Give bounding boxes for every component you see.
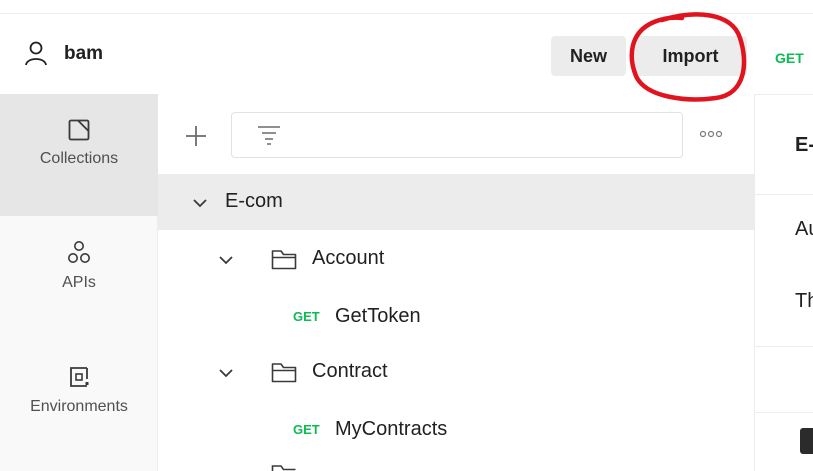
request-row-mycontracts[interactable]: GET MyContracts (158, 401, 755, 457)
chevron-down-icon[interactable] (193, 198, 207, 208)
filter-icon (258, 126, 280, 145)
folder-name: Account (312, 247, 385, 269)
divider (755, 194, 813, 195)
environments-icon (70, 367, 89, 387)
tab-method-badge[interactable]: GET (775, 50, 804, 66)
collection-name: E-com (225, 190, 283, 212)
nav-collections-label: Collections (39, 150, 119, 167)
method-badge: GET (293, 422, 320, 437)
chevron-down-icon[interactable] (219, 255, 233, 265)
workspace-name: bam (64, 43, 104, 64)
filter-input[interactable] (231, 112, 683, 158)
nav-apis-label: APIs (62, 274, 96, 291)
folder-icon (271, 250, 297, 270)
user-icon (25, 41, 47, 66)
request-name: MyContracts (335, 418, 448, 440)
nav-environments[interactable]: Environments (0, 346, 158, 456)
folder-row-account[interactable]: Account (158, 231, 755, 287)
chevron-down-icon[interactable] (219, 368, 233, 378)
left-nav: Collections APIs Environments (0, 94, 158, 471)
nav-environments-label: Environments (30, 398, 128, 415)
folder-icon (271, 363, 297, 383)
overview-line: Th (795, 290, 813, 312)
collections-sidebar: E-com Account GET GetToken Contract GET … (158, 94, 755, 471)
folder-name: Contract (312, 360, 388, 382)
sidebar-toolbar (158, 94, 755, 174)
import-button[interactable]: Import (634, 36, 747, 76)
new-button[interactable]: New (551, 36, 626, 76)
collection-title: E- (795, 134, 813, 156)
top-strip (0, 0, 813, 14)
apis-icon (68, 241, 90, 263)
collections-icon (68, 119, 90, 141)
divider (755, 346, 813, 347)
collection-row-e-com[interactable]: E-com (158, 174, 755, 230)
request-name: GetToken (335, 305, 421, 327)
workspace-header: bam New Import (0, 14, 755, 94)
nav-collections[interactable]: Collections (0, 94, 158, 216)
divider (755, 412, 813, 413)
request-row-gettoken[interactable]: GET GetToken (158, 288, 755, 344)
workspace-switcher[interactable]: bam (0, 14, 103, 94)
add-collection-button[interactable] (178, 118, 214, 154)
request-pane: GET E- Au Th (755, 14, 813, 471)
header-actions: New Import (551, 36, 747, 76)
folder-row-contract[interactable]: Contract (158, 344, 755, 400)
plus-icon (186, 126, 206, 146)
more-actions-button[interactable] (696, 124, 726, 144)
checkbox[interactable] (800, 428, 813, 454)
more-icon (699, 130, 723, 138)
method-badge: GET (293, 309, 320, 324)
divider (755, 94, 813, 95)
folder-icon (271, 465, 296, 471)
nav-apis[interactable]: APIs (0, 226, 158, 326)
overview-line: Au (795, 218, 813, 240)
